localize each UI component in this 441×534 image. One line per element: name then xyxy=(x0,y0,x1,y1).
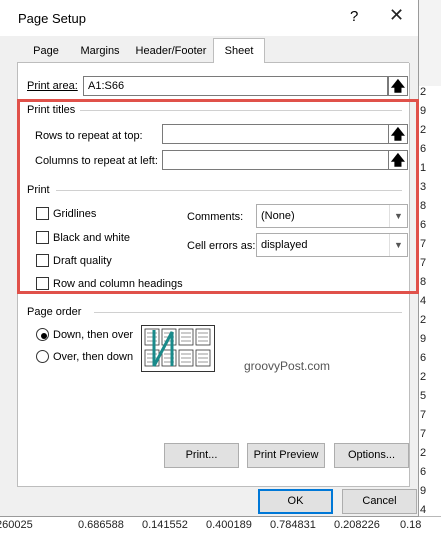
print-area-value: A1:S66 xyxy=(88,80,125,92)
cell: 4 xyxy=(420,295,427,307)
cell: 6 xyxy=(420,352,427,364)
cell: 2 xyxy=(420,86,427,98)
cell: 0.686588 xyxy=(78,519,124,531)
print-button[interactable]: Print... xyxy=(164,443,239,468)
cell: 7 xyxy=(420,257,427,269)
cell: 2 xyxy=(420,371,427,383)
tab-page[interactable]: Page xyxy=(24,41,68,62)
highlight-box xyxy=(17,99,419,294)
cell: 260025 xyxy=(0,519,33,531)
cell: 6 xyxy=(420,143,427,155)
cell: 1 xyxy=(420,162,427,174)
cell: 7 xyxy=(420,238,427,250)
print-area-label: Print area: xyxy=(27,80,78,92)
page-order-preview-icon xyxy=(141,325,215,372)
tab-margins[interactable]: Margins xyxy=(70,41,130,62)
cell: 0.400189 xyxy=(206,519,252,531)
dialog-title: Page Setup xyxy=(18,11,86,26)
tab-header-footer[interactable]: Header/Footer xyxy=(131,41,211,62)
cell: 0.18 xyxy=(400,519,422,531)
cell: 0.208226 xyxy=(334,519,380,531)
over-then-down-label[interactable]: Over, then down xyxy=(53,351,133,363)
print-preview-button[interactable]: Print Preview xyxy=(247,443,325,468)
divider xyxy=(94,312,402,313)
cell: 9 xyxy=(420,105,427,117)
cell: 7 xyxy=(420,428,427,440)
watermark: groovyPost.com xyxy=(244,359,331,373)
tab-sheet[interactable]: Sheet xyxy=(213,38,265,64)
cell: 2 xyxy=(420,124,427,136)
cell: 8 xyxy=(420,200,427,212)
spreadsheet-right-column: 2 9 2 6 1 3 8 6 7 7 8 4 2 9 6 2 5 7 7 2 … xyxy=(418,86,441,526)
cell: 9 xyxy=(420,485,427,497)
help-button[interactable]: ? xyxy=(350,8,358,25)
close-button[interactable]: ✕ xyxy=(389,5,404,26)
cell: 0.784831 xyxy=(270,519,316,531)
cell: 0.141552 xyxy=(142,519,188,531)
radio-selected-dot xyxy=(40,332,47,339)
page-order-heading: Page order xyxy=(27,306,82,318)
over-then-down-radio[interactable] xyxy=(36,350,49,363)
cell: 4 xyxy=(420,504,427,516)
cell: 2 xyxy=(420,314,427,326)
print-area-label-text: Print area: xyxy=(27,80,78,92)
cell: 7 xyxy=(420,409,427,421)
cell: 9 xyxy=(420,333,427,345)
cell: 5 xyxy=(420,390,427,402)
cancel-button[interactable]: Cancel xyxy=(342,489,417,514)
cell: 3 xyxy=(420,181,427,193)
cell: 6 xyxy=(420,219,427,231)
cell: 6 xyxy=(420,466,427,478)
down-then-over-radio[interactable] xyxy=(36,328,49,341)
cell: 8 xyxy=(420,276,427,288)
down-then-over-label[interactable]: Down, then over xyxy=(53,329,133,341)
cell: 2 xyxy=(420,447,427,459)
print-area-collapse-button[interactable]: 🡅 xyxy=(388,76,408,96)
ok-button[interactable]: OK xyxy=(258,489,333,514)
spreadsheet-bottom-row: 260025 0.686588 0.141552 0.400189 0.7848… xyxy=(0,516,441,534)
options-button[interactable]: Options... xyxy=(334,443,409,468)
print-area-input[interactable]: A1:S66 xyxy=(83,76,388,96)
